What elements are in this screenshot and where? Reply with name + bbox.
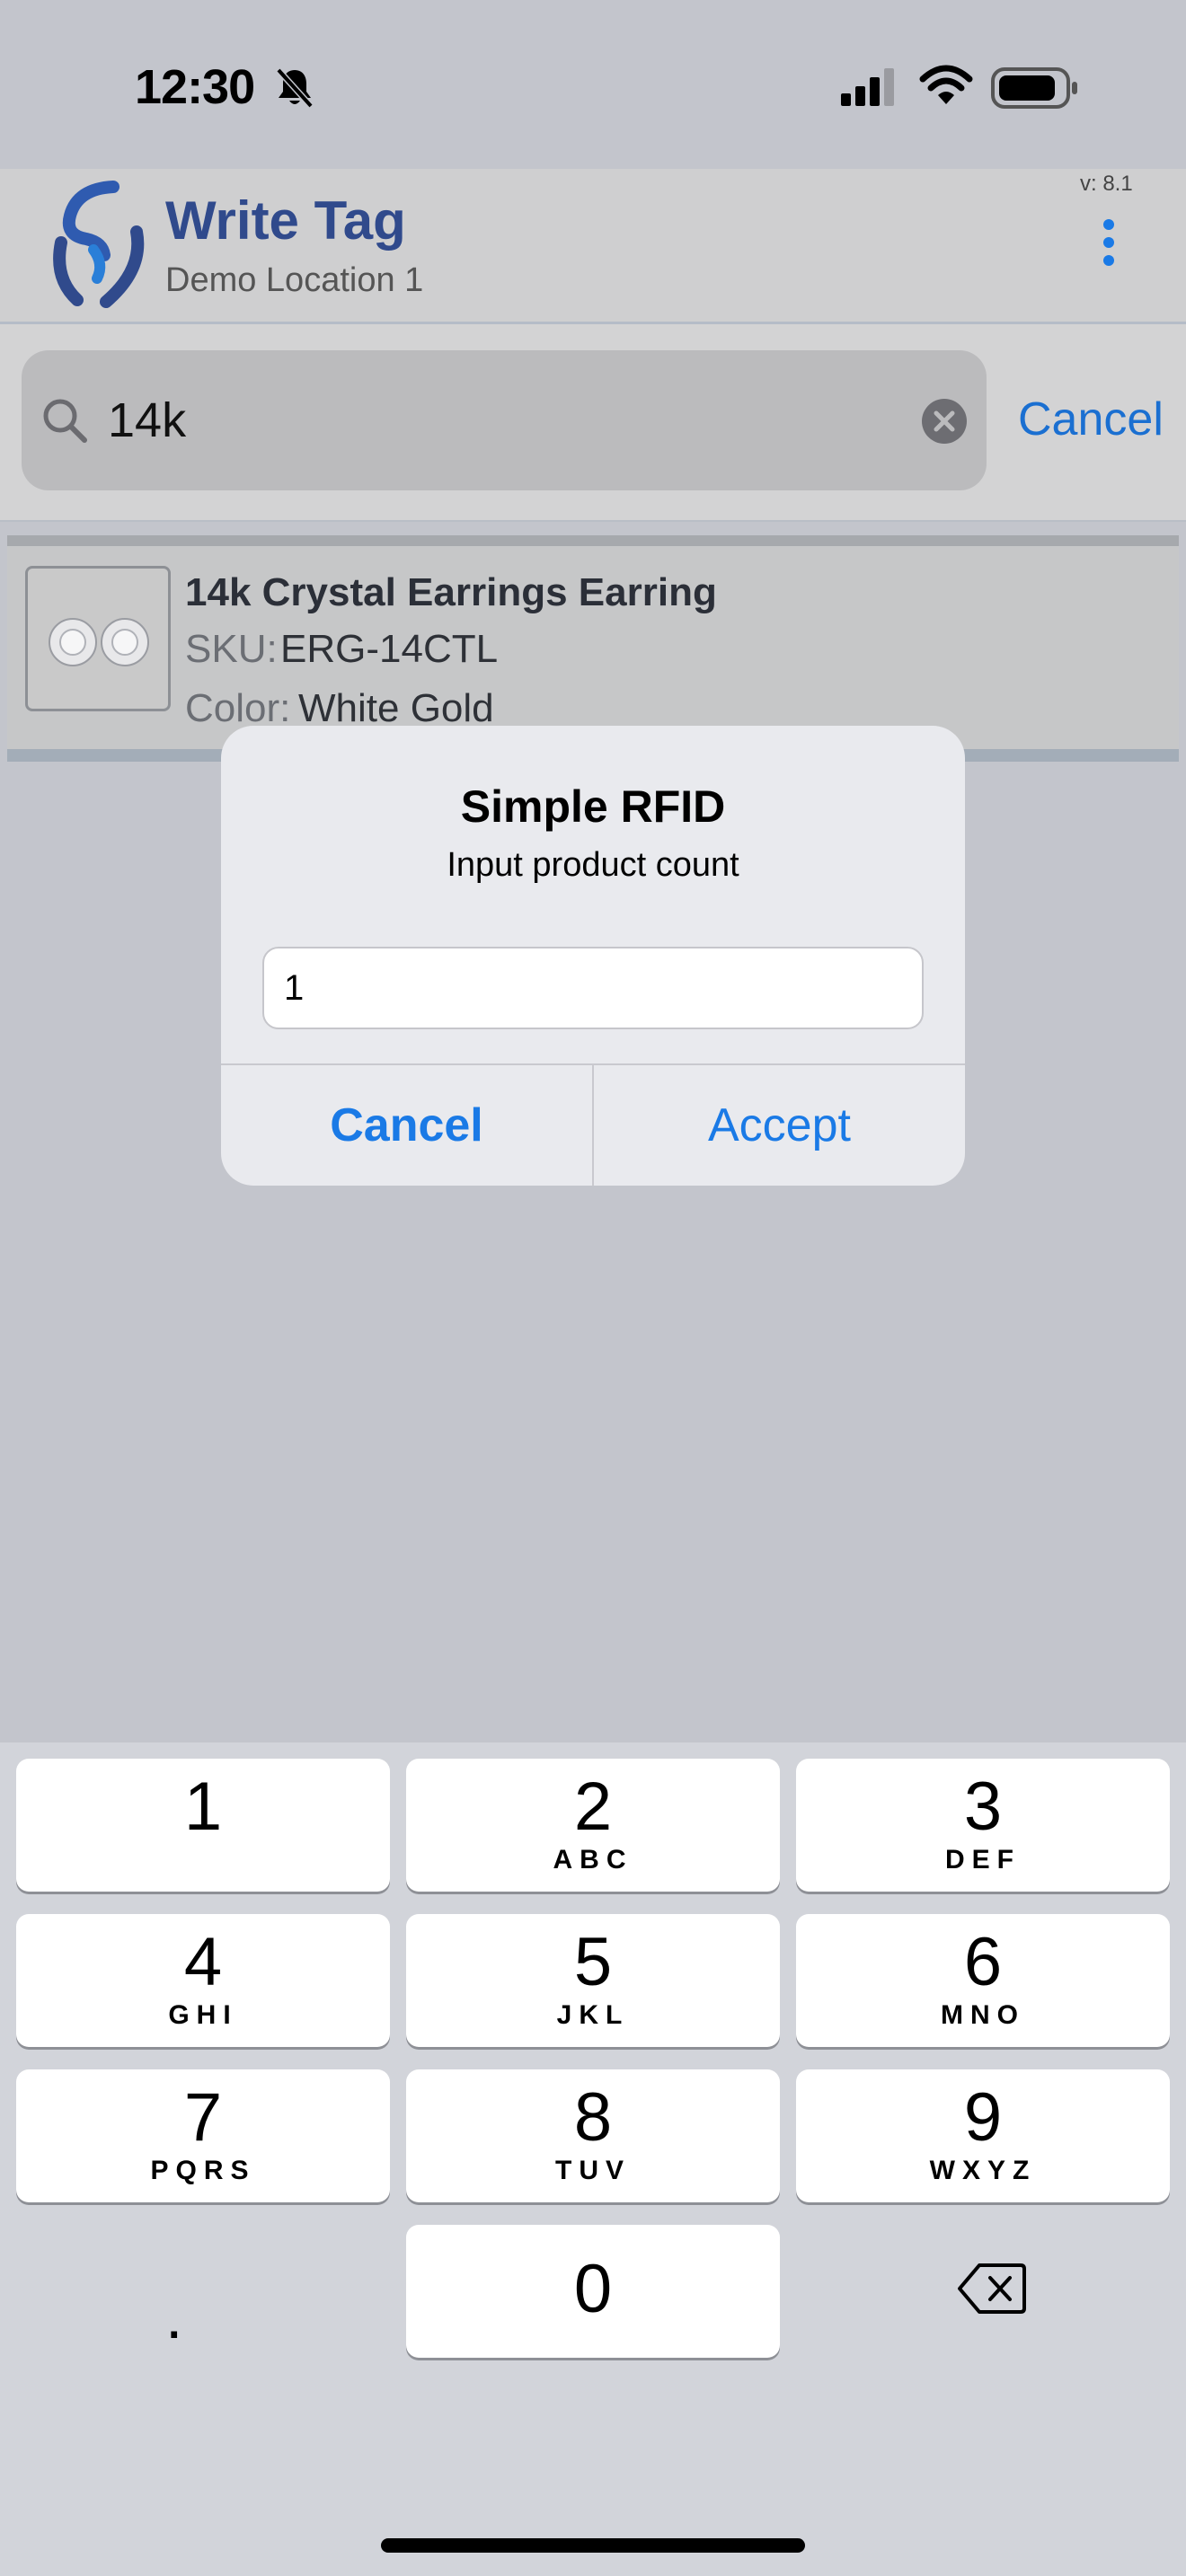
key-digit: 2 — [573, 1769, 613, 1845]
home-indicator — [381, 2538, 805, 2553]
key-letters: GHI — [168, 2000, 238, 2030]
key-decimal[interactable]: . — [165, 2285, 182, 2348]
dialog-cancel-button[interactable]: Cancel — [221, 1065, 592, 1186]
key-letters: DEF — [945, 1845, 1021, 1875]
key-digit: 8 — [573, 2079, 613, 2156]
location-subtitle: Demo Location 1 — [165, 261, 424, 299]
dialog-title: Simple RFID — [460, 781, 726, 832]
search-icon — [43, 399, 87, 443]
key-digit: 1 — [183, 1769, 223, 1845]
key-digit: 9 — [963, 2079, 1003, 2156]
key-letters: MNO — [941, 2000, 1025, 2030]
signal-icon — [841, 68, 894, 106]
key-digit: 7 — [183, 2079, 223, 2156]
key-9[interactable]: 9 WXYZ — [796, 2069, 1170, 2202]
app-logo-icon — [53, 181, 145, 308]
key-letters: WXYZ — [929, 2156, 1037, 2185]
key-7[interactable]: 7 PQRS — [16, 2069, 390, 2202]
results-divider — [7, 535, 1179, 546]
key-digit: 5 — [573, 1924, 613, 2000]
search-cancel-button[interactable]: Cancel — [1018, 388, 1164, 451]
dialog-message: Input product count — [447, 846, 739, 884]
key-digit: 0 — [573, 2251, 613, 2327]
status-time: 12:30 — [135, 60, 255, 114]
product-thumbnail — [25, 566, 171, 711]
key-digit: 6 — [963, 1924, 1003, 2000]
search-input[interactable] — [108, 386, 898, 454]
key-0[interactable]: 0 — [406, 2225, 780, 2358]
page-title: Write Tag — [165, 190, 406, 251]
key-digit: 3 — [963, 1769, 1003, 1845]
key-3[interactable]: 3 DEF — [796, 1759, 1170, 1892]
product-count-input[interactable] — [262, 947, 924, 1029]
key-letters: TUV — [555, 2156, 631, 2185]
key-4[interactable]: 4 GHI — [16, 1914, 390, 2047]
dialog-accept-button[interactable]: Accept — [594, 1065, 965, 1186]
key-letters: JKL — [556, 2000, 630, 2030]
key-digit: 4 — [183, 1924, 223, 2000]
key-1[interactable]: 1 — [16, 1759, 390, 1892]
key-6[interactable]: 6 MNO — [796, 1914, 1170, 2047]
wifi-icon — [919, 65, 973, 104]
key-5[interactable]: 5 JKL — [406, 1914, 780, 2047]
version-label: v: 8.1 — [1080, 172, 1133, 196]
key-2[interactable]: 2 ABC — [406, 1759, 780, 1892]
backspace-icon[interactable] — [956, 2260, 1028, 2317]
more-vertical-icon[interactable] — [1091, 216, 1127, 269]
clear-icon[interactable] — [920, 397, 969, 446]
key-letters: PQRS — [150, 2156, 256, 2185]
key-8[interactable]: 8 TUV — [406, 2069, 780, 2202]
battery-icon — [991, 67, 1077, 109]
key-letters: ABC — [553, 1845, 633, 1875]
product-name: 14k Crystal Earrings Earring — [185, 570, 717, 614]
product-count-dialog: Simple RFID Input product count Cancel A… — [221, 726, 965, 1186]
sku-value: ERG-14CTL — [280, 627, 499, 671]
bell-slash-icon — [276, 67, 314, 109]
sku-label: SKU: — [185, 627, 278, 671]
